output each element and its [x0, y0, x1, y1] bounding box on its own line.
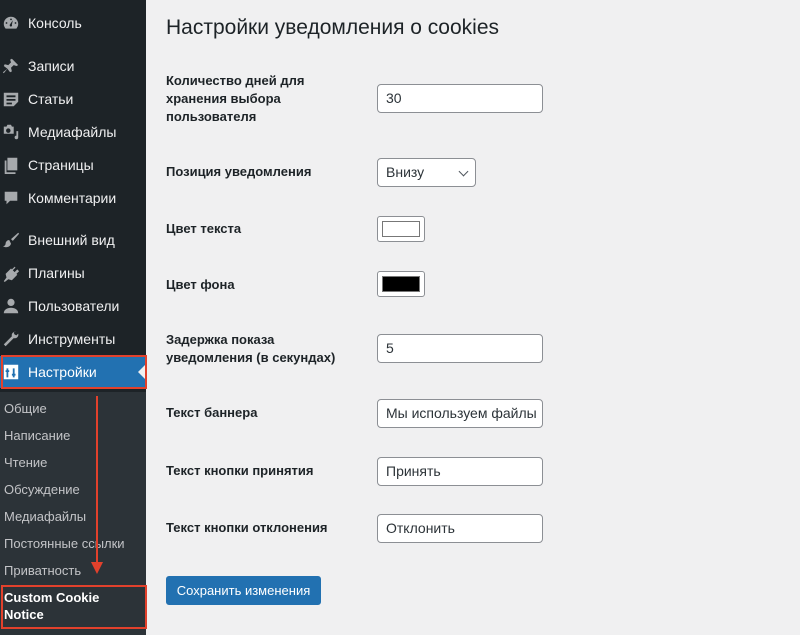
delay-label: Задержка показа уведомления (в секундах) [166, 332, 336, 365]
days-input[interactable]: 30 [377, 84, 543, 113]
media-icon [2, 123, 20, 141]
admin-sidebar: Консоль Записи Статьи Медиафайлы Страниц… [0, 0, 146, 635]
sidebar-item-label: Плагины [28, 265, 85, 281]
sidebar-edge [146, 0, 150, 635]
sidebar-item-media[interactable]: Медиафайлы [0, 116, 146, 148]
sidebar-item-posts[interactable]: Записи [0, 50, 146, 82]
position-select[interactable]: Внизу [377, 158, 476, 187]
sidebar-item-plugins[interactable]: Плагины [0, 257, 146, 289]
banner-text-label: Текст баннера [166, 405, 258, 420]
sidebar-item-label: Инструменты [28, 331, 116, 347]
submenu-item-discussion[interactable]: Обсуждение [4, 482, 80, 497]
decline-text-label: Текст кнопки отклонения [166, 520, 328, 535]
sidebar-item-pages[interactable]: Страницы [0, 149, 146, 181]
sidebar-item-tools[interactable]: Инструменты [0, 323, 146, 355]
dashboard-icon [2, 14, 20, 32]
custom-cookie-highlight-box [1, 585, 147, 629]
wrench-icon [2, 330, 20, 348]
banner-text-input[interactable]: Мы используем файлы [377, 399, 543, 428]
submenu-item-writing[interactable]: Написание [4, 428, 70, 443]
annotation-arrow-line [96, 396, 98, 566]
sidebar-item-label: Статьи [28, 91, 74, 107]
accept-text-label: Текст кнопки принятия [166, 463, 314, 478]
position-select-value: Внизу [386, 164, 425, 180]
sidebar-item-label: Медиафайлы [28, 124, 117, 140]
save-changes-button[interactable]: Сохранить изменения [166, 576, 321, 605]
sidebar-item-users[interactable]: Пользователи [0, 290, 146, 322]
submenu-item-media[interactable]: Медиафайлы [4, 509, 86, 524]
page-title: Настройки уведомления о cookies [166, 16, 499, 39]
comment-icon [2, 189, 20, 207]
submenu-item-general[interactable]: Общие [4, 401, 47, 416]
sidebar-item-label: Пользователи [28, 298, 120, 314]
bg-color-label: Цвет фона [166, 277, 235, 292]
brush-icon [2, 231, 20, 249]
settings-highlight-box [1, 355, 147, 389]
decline-text-input[interactable]: Отклонить [377, 514, 543, 543]
pin-icon [2, 57, 20, 75]
sidebar-item-label: Консоль [28, 15, 82, 31]
user-icon [2, 297, 20, 315]
bg-color-swatch [382, 276, 420, 292]
sidebar-item-comments[interactable]: Комментарии [0, 182, 146, 214]
submenu-item-privacy[interactable]: Приватность [4, 563, 81, 578]
sidebar-item-dashboard[interactable]: Консоль [0, 7, 146, 39]
text-color-picker[interactable] [377, 216, 425, 242]
submenu-item-permalinks[interactable]: Постоянные ссылки [4, 536, 125, 551]
sidebar-item-label: Внешний вид [28, 232, 115, 248]
position-label: Позиция уведомления [166, 164, 312, 179]
chevron-down-icon [458, 166, 469, 177]
annotation-arrow-head [91, 562, 103, 574]
text-color-swatch [382, 221, 420, 237]
submenu-item-reading[interactable]: Чтение [4, 455, 47, 470]
text-color-label: Цвет текста [166, 221, 242, 236]
sidebar-item-articles[interactable]: Статьи [0, 83, 146, 115]
days-label: Количество дней для хранения выбора поль… [166, 73, 305, 124]
bg-color-picker[interactable] [377, 271, 425, 297]
sidebar-item-label: Страницы [28, 157, 94, 173]
article-icon [2, 90, 20, 108]
pages-icon [2, 156, 20, 174]
accept-text-input[interactable]: Принять [377, 457, 543, 486]
plugin-icon [2, 264, 20, 282]
sidebar-item-appearance[interactable]: Внешний вид [0, 224, 146, 256]
sidebar-item-label: Записи [28, 58, 75, 74]
delay-input[interactable]: 5 [377, 334, 543, 363]
sidebar-item-label: Комментарии [28, 190, 117, 206]
